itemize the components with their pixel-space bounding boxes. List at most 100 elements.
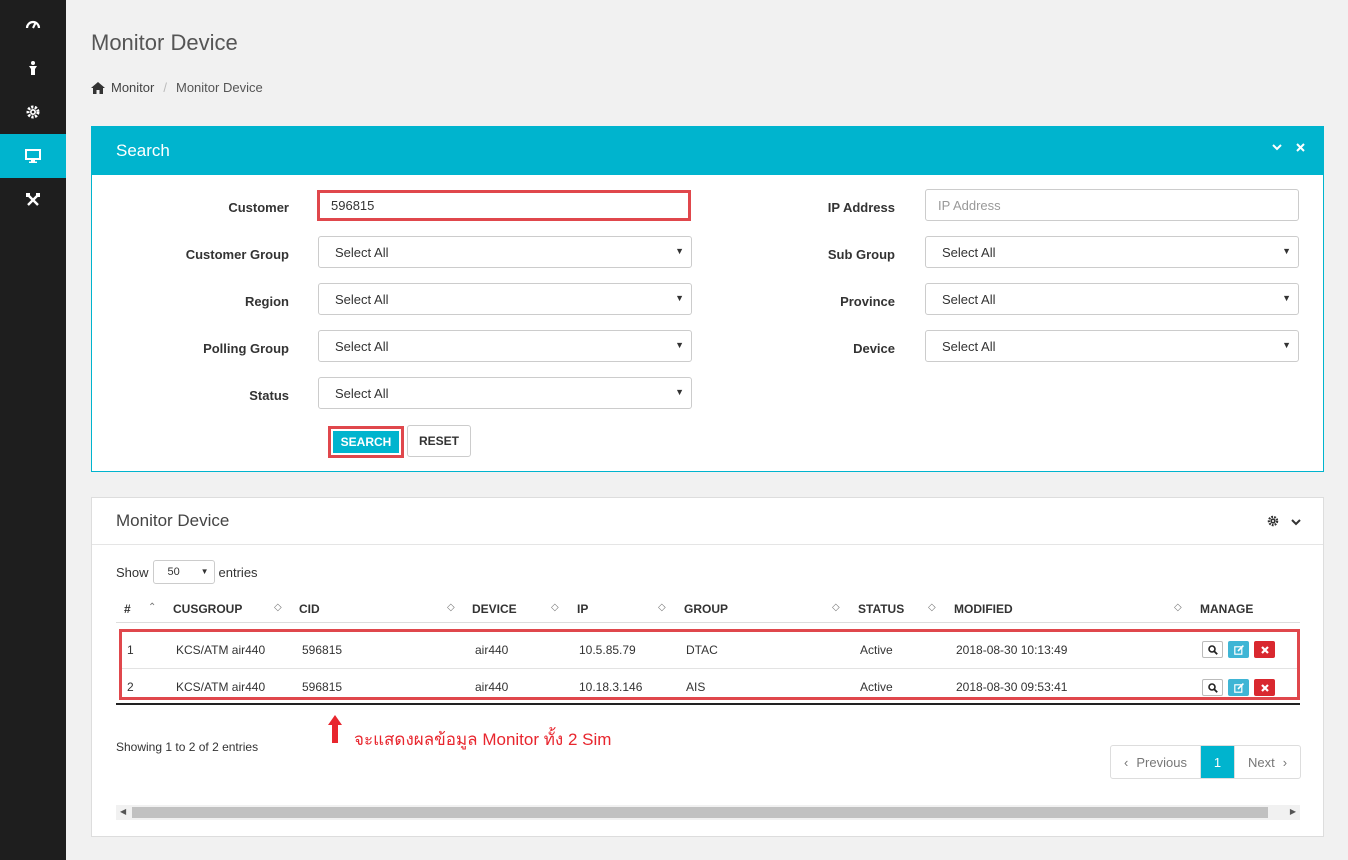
column-header-cid[interactable]: CID (299, 602, 320, 616)
search-panel-header: Search (92, 127, 1323, 175)
previous-page-button[interactable]: ‹ Previous (1111, 746, 1201, 778)
next-label: Next (1247, 754, 1275, 770)
gear-icon (26, 105, 40, 119)
sidebar-item-monitor[interactable] (0, 134, 66, 178)
gear-icon[interactable] (1267, 515, 1279, 530)
cell-no: 2 (127, 680, 134, 694)
cell-no: 1 (127, 643, 134, 657)
breadcrumb-separator: / (163, 80, 167, 95)
monitor-icon (25, 149, 41, 163)
chevron-right-icon: › (1282, 754, 1288, 770)
dropdown-caret-icon: ▼ (675, 293, 684, 303)
view-button[interactable] (1202, 679, 1223, 696)
edit-icon (1233, 682, 1244, 693)
cell-status: Active (860, 680, 893, 694)
dropdown-caret-icon: ▼ (675, 246, 684, 256)
status-select[interactable]: Select All ▼ (318, 377, 692, 409)
close-icon[interactable] (1296, 143, 1305, 152)
device-value: Select All (942, 338, 996, 354)
column-header-group[interactable]: GROUP (684, 602, 728, 616)
cell-cid: 596815 (302, 643, 343, 657)
polling-group-label: Polling Group (203, 341, 289, 356)
home-icon (91, 81, 105, 94)
sidebar-item-tools[interactable] (0, 178, 66, 222)
ip-address-input[interactable]: IP Address (925, 189, 1299, 221)
ip-address-label: IP Address (827, 200, 895, 215)
column-header-cusgroup[interactable]: CUSGROUP (173, 602, 242, 616)
column-header-modified[interactable]: MODIFIED (954, 602, 1013, 616)
cell-ip: 10.5.85.79 (579, 643, 636, 657)
chevron-left-icon: ‹ (1124, 754, 1129, 770)
sidebar-item-dashboard[interactable] (0, 2, 66, 46)
sidebar-item-user[interactable] (0, 46, 66, 90)
sub-group-select[interactable]: Select All ▼ (925, 236, 1299, 268)
breadcrumb: Monitor / Monitor Device (91, 80, 263, 95)
next-page-button[interactable]: Next › (1234, 746, 1300, 778)
page-button-current[interactable]: 1 (1201, 746, 1234, 778)
page-title: Monitor Device (91, 30, 238, 55)
cell-ip: 10.18.3.146 (579, 680, 643, 694)
cell-modified: 2018-08-30 09:53:41 (956, 680, 1068, 694)
status-value: Select All (335, 385, 389, 401)
region-select[interactable]: Select All ▼ (318, 283, 692, 315)
view-button[interactable] (1202, 641, 1223, 658)
dropdown-caret-icon: ▼ (1282, 246, 1291, 256)
page-length-select[interactable]: 50 ▼ (152, 560, 215, 584)
column-header-status[interactable]: STATUS (858, 602, 904, 616)
cell-cid: 596815 (302, 680, 343, 694)
cell-device: air440 (475, 643, 509, 657)
cell-cusgroup: KCS/ATM air440 (176, 643, 266, 657)
show-label: Show (116, 564, 149, 580)
column-header-no[interactable]: # (124, 602, 131, 616)
search-button[interactable]: SEARCH (328, 426, 404, 458)
sidebar (0, 0, 66, 860)
table-header-divider (116, 622, 1300, 623)
customer-input[interactable]: 596815 (317, 190, 691, 221)
delete-x-icon (1260, 683, 1269, 692)
collapse-chevron-icon[interactable] (1291, 515, 1301, 530)
cell-status: Active (860, 643, 893, 657)
previous-label: Previous (1136, 754, 1187, 770)
province-select[interactable]: Select All ▼ (925, 283, 1299, 315)
polling-group-select[interactable]: Select All ▼ (318, 330, 692, 362)
scroll-left-icon[interactable]: ◀ (120, 807, 126, 816)
delete-button[interactable] (1254, 641, 1275, 658)
polling-group-value: Select All (335, 338, 389, 354)
sub-group-label: Sub Group (827, 247, 895, 262)
scrollbar-thumb[interactable] (132, 807, 1268, 818)
dropdown-caret-icon: ▼ (1282, 340, 1291, 350)
edit-button[interactable] (1228, 679, 1249, 696)
search-panel-title: Search (116, 141, 170, 160)
highlighted-rows: 1 KCS/ATM air440 596815 air440 10.5.85.7… (119, 629, 1300, 700)
dropdown-caret-icon: ▼ (675, 387, 684, 397)
customer-group-select[interactable]: Select All ▼ (318, 236, 692, 268)
search-icon (1207, 644, 1218, 655)
pagination: ‹ Previous 1 Next › (1110, 745, 1301, 779)
column-header-device[interactable]: DEVICE (472, 602, 517, 616)
page-length-value: 50 (167, 566, 180, 578)
column-header-manage: MANAGE (1200, 602, 1254, 616)
tools-icon (26, 193, 40, 206)
reset-button[interactable]: RESET (407, 425, 471, 457)
delete-button[interactable] (1254, 679, 1275, 696)
table-bottom-border (116, 703, 1300, 705)
sort-icon: ◇ (274, 602, 282, 613)
province-value: Select All (942, 291, 996, 307)
horizontal-scrollbar[interactable]: ◀ ▶ (116, 805, 1300, 820)
row-divider (122, 668, 1297, 669)
cell-cusgroup: KCS/ATM air440 (176, 680, 266, 694)
scroll-right-icon[interactable]: ▶ (1290, 807, 1296, 816)
edit-button[interactable] (1228, 641, 1249, 658)
column-header-ip[interactable]: IP (577, 602, 588, 616)
dropdown-caret-icon: ▼ (200, 567, 209, 576)
breadcrumb-home[interactable]: Monitor (111, 80, 154, 95)
cell-group: AIS (686, 680, 706, 694)
province-label: Province (840, 294, 895, 309)
collapse-chevron-icon[interactable] (1272, 143, 1282, 152)
page-length-control: Show 50 ▼ entries (116, 560, 258, 584)
sidebar-item-settings[interactable] (0, 90, 66, 134)
gauge-icon (25, 20, 41, 29)
customer-label: Customer (228, 200, 289, 215)
cell-group: DTAC (686, 643, 718, 657)
device-select[interactable]: Select All ▼ (925, 330, 1299, 362)
